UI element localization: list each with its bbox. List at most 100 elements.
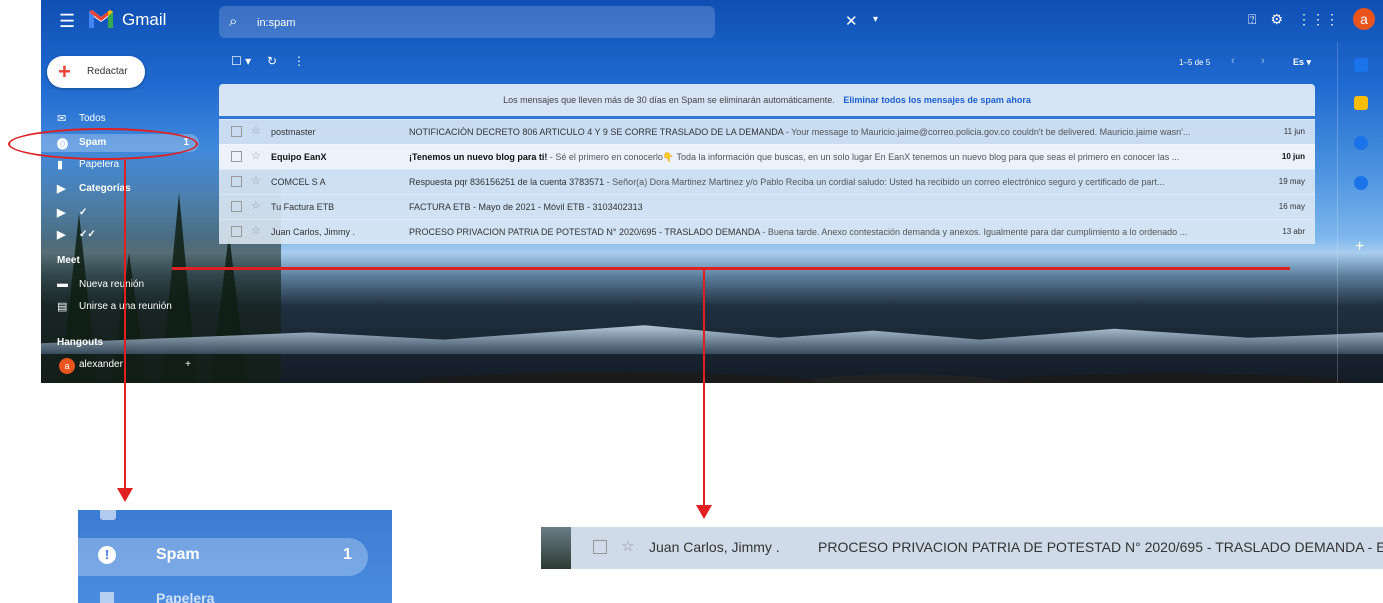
highlight-ellipse [8,128,198,160]
sidebar-item-todos[interactable]: ✉ Todos [41,110,201,128]
sidebar-item-label: Todos [79,113,106,124]
email-sender: Juan Carlos, Jimmy . [271,227,356,237]
sidebar-item-label: ✓✓ [79,229,96,240]
row-checkbox[interactable] [231,126,242,137]
pagination-text: 1–5 de 5 [1179,58,1211,67]
input-language-button[interactable]: Es ▾ [1293,57,1311,68]
calendar-icon[interactable] [1354,58,1368,72]
zoom-email-sender: Juan Carlos, Jimmy . [649,539,780,555]
meet-new-meeting[interactable]: ▬ Nueva reunión [41,276,201,294]
email-row[interactable]: ☆ COMCEL S A Respuesta pqr 836156251 de … [219,169,1315,194]
row-checkbox[interactable] [231,151,242,162]
prev-page-icon[interactable]: ‹ [1231,55,1235,67]
meet-join-meeting[interactable]: ▤ Unirse a una reunión [41,298,201,316]
sidebar-item-label-check[interactable]: ▶ ✓ [41,204,201,222]
help-icon[interactable]: ⍰ [1248,11,1256,28]
email-snippet: - Señor(a) Dora Martinez Martinez y/o Pa… [604,177,1165,187]
next-page-icon[interactable]: › [1261,55,1265,67]
star-icon[interactable]: ☆ [251,124,261,137]
hangouts-heading: Hangouts [57,337,104,348]
email-row[interactable]: ☆ postmaster NOTIFICACIÓN DECRETO 806 AR… [219,119,1315,144]
top-bar: ☰ Gmail ⌕ ✕ ▾ ⍰ ⚙ ⋮⋮⋮ a [41,0,1383,42]
refresh-icon[interactable]: ↻ [267,54,277,68]
meet-item-label: Nueva reunión [79,279,145,290]
email-sender: Tu Factura ETB [271,202,335,212]
label-icon: ▶ [57,207,66,219]
email-subject-line: ¡Tenemos un nuevo blog para ti! - Sé el … [409,152,1249,163]
search-bar: ⌕ ✕ ▾ [219,6,878,38]
email-row[interactable]: ☆ Juan Carlos, Jimmy . PROCESO PRIVACION… [219,219,1315,244]
search-icon[interactable]: ⌕ [229,13,237,30]
star-icon[interactable]: ☆ [251,224,261,237]
video-icon: ▬ [57,278,68,290]
email-subject: ¡Tenemos un nuevo blog para ti! [409,152,548,162]
email-subject-line: FACTURA ETB - Mayo de 2021 - Móvil ETB -… [409,202,1249,212]
email-date: 11 jun [1283,127,1305,136]
email-date: 10 jun [1281,152,1305,161]
label-icon: ▶ [57,229,66,241]
inbox-icon [100,510,116,520]
email-row[interactable]: ☆ Tu Factura ETB FACTURA ETB - Mayo de 2… [219,194,1315,219]
star-icon[interactable]: ☆ [251,174,261,187]
search-input[interactable] [255,12,659,34]
row-checkbox[interactable] [231,176,242,187]
banner-text: Los mensajes que lleven más de 30 días e… [503,95,835,105]
top-icons: ⍰ ⚙ ⋮⋮⋮ a [1248,8,1375,30]
email-date: 13 abr [1282,227,1305,236]
compose-label: Redactar [87,66,128,77]
email-subject: PROCESO PRIVACION PATRIA DE POTESTAD N° … [409,227,760,237]
callout-line-right [703,268,705,508]
email-sender: Equipo EanX [271,152,327,162]
star-icon[interactable]: ☆ [251,199,261,212]
apps-grid-icon[interactable]: ⋮⋮⋮ [1297,11,1339,28]
sidebar-item-label: ✓ [79,207,88,218]
account-avatar[interactable]: a [1353,8,1375,30]
hangouts-avatar: a [59,358,75,374]
sidebar-item-label-double-check[interactable]: ▶ ✓✓ [41,226,201,244]
email-date: 19 may [1278,177,1305,186]
select-all-checkbox[interactable]: ☐ ▾ [231,54,251,68]
zoom-spam-item: ! Spam 1 Papelera [78,510,392,603]
compose-button[interactable]: + Redactar [47,56,145,88]
callout-line-left [124,160,126,490]
zoom-papelera-label: Papelera [156,590,215,603]
menu-icon[interactable]: ☰ [59,11,75,32]
add-addon-icon[interactable]: + [1355,238,1364,256]
email-snippet: - Your message to Mauricio.jaime@correo.… [783,127,1191,137]
email-subject-line: NOTIFICACIÓN DECRETO 806 ARTICULO 4 Y 9 … [409,127,1249,137]
label-icon: ▶ [57,183,66,195]
mail-icon: ✉ [57,113,67,125]
add-hangout-icon[interactable]: + [185,359,191,370]
contacts-icon[interactable] [1354,176,1368,190]
callout-arrow-left [117,488,133,502]
row-checkbox[interactable] [231,226,242,237]
row-checkbox[interactable] [231,201,242,212]
email-snippet: - Sé el primero en conocerlo👇 Toda la in… [547,152,1180,162]
sidebar-item-categorias[interactable]: ▶ Categorías [41,180,201,198]
delete-all-spam-link[interactable]: Eliminar todos los mensajes de spam ahor… [843,95,1031,105]
mail-toolbar: ☐ ▾ ↻ ⋮ 1–5 de 5 ‹ › Es ▾ [231,54,1331,76]
zoom-email-subject: PROCESO PRIVACION PATRIA DE POTESTAD N° … [818,539,1383,555]
spam-highlight-pill [78,538,368,576]
row-checkbox [593,540,607,554]
email-sender: postmaster [271,127,316,137]
plus-icon: + [58,59,71,84]
more-vert-icon[interactable]: ⋮ [293,54,305,68]
keep-icon[interactable] [1354,96,1368,110]
trash-icon [100,592,114,603]
callout-arrow-right [696,505,712,519]
spam-icon: ! [98,546,116,564]
email-list: ☆ postmaster NOTIFICACIÓN DECRETO 806 AR… [219,119,1315,244]
email-date: 16 may [1278,202,1305,211]
search-options-icon[interactable]: ▾ [873,14,878,25]
clear-search-icon[interactable]: ✕ [845,12,858,30]
email-subject-line: PROCESO PRIVACION PATRIA DE POTESTAD N° … [409,227,1249,237]
tasks-icon[interactable] [1354,136,1368,150]
gear-icon[interactable]: ⚙ [1270,11,1283,28]
email-row[interactable]: ☆ Equipo EanX ¡Tenemos un nuevo blog par… [219,144,1315,169]
email-subject: FACTURA ETB - Mayo de 2021 - Móvil ETB -… [409,202,643,212]
star-icon: ☆ [621,538,635,555]
email-sender: COMCEL S A [271,177,326,187]
zoom-spam-count: 1 [343,546,352,563]
star-icon[interactable]: ☆ [251,149,261,162]
